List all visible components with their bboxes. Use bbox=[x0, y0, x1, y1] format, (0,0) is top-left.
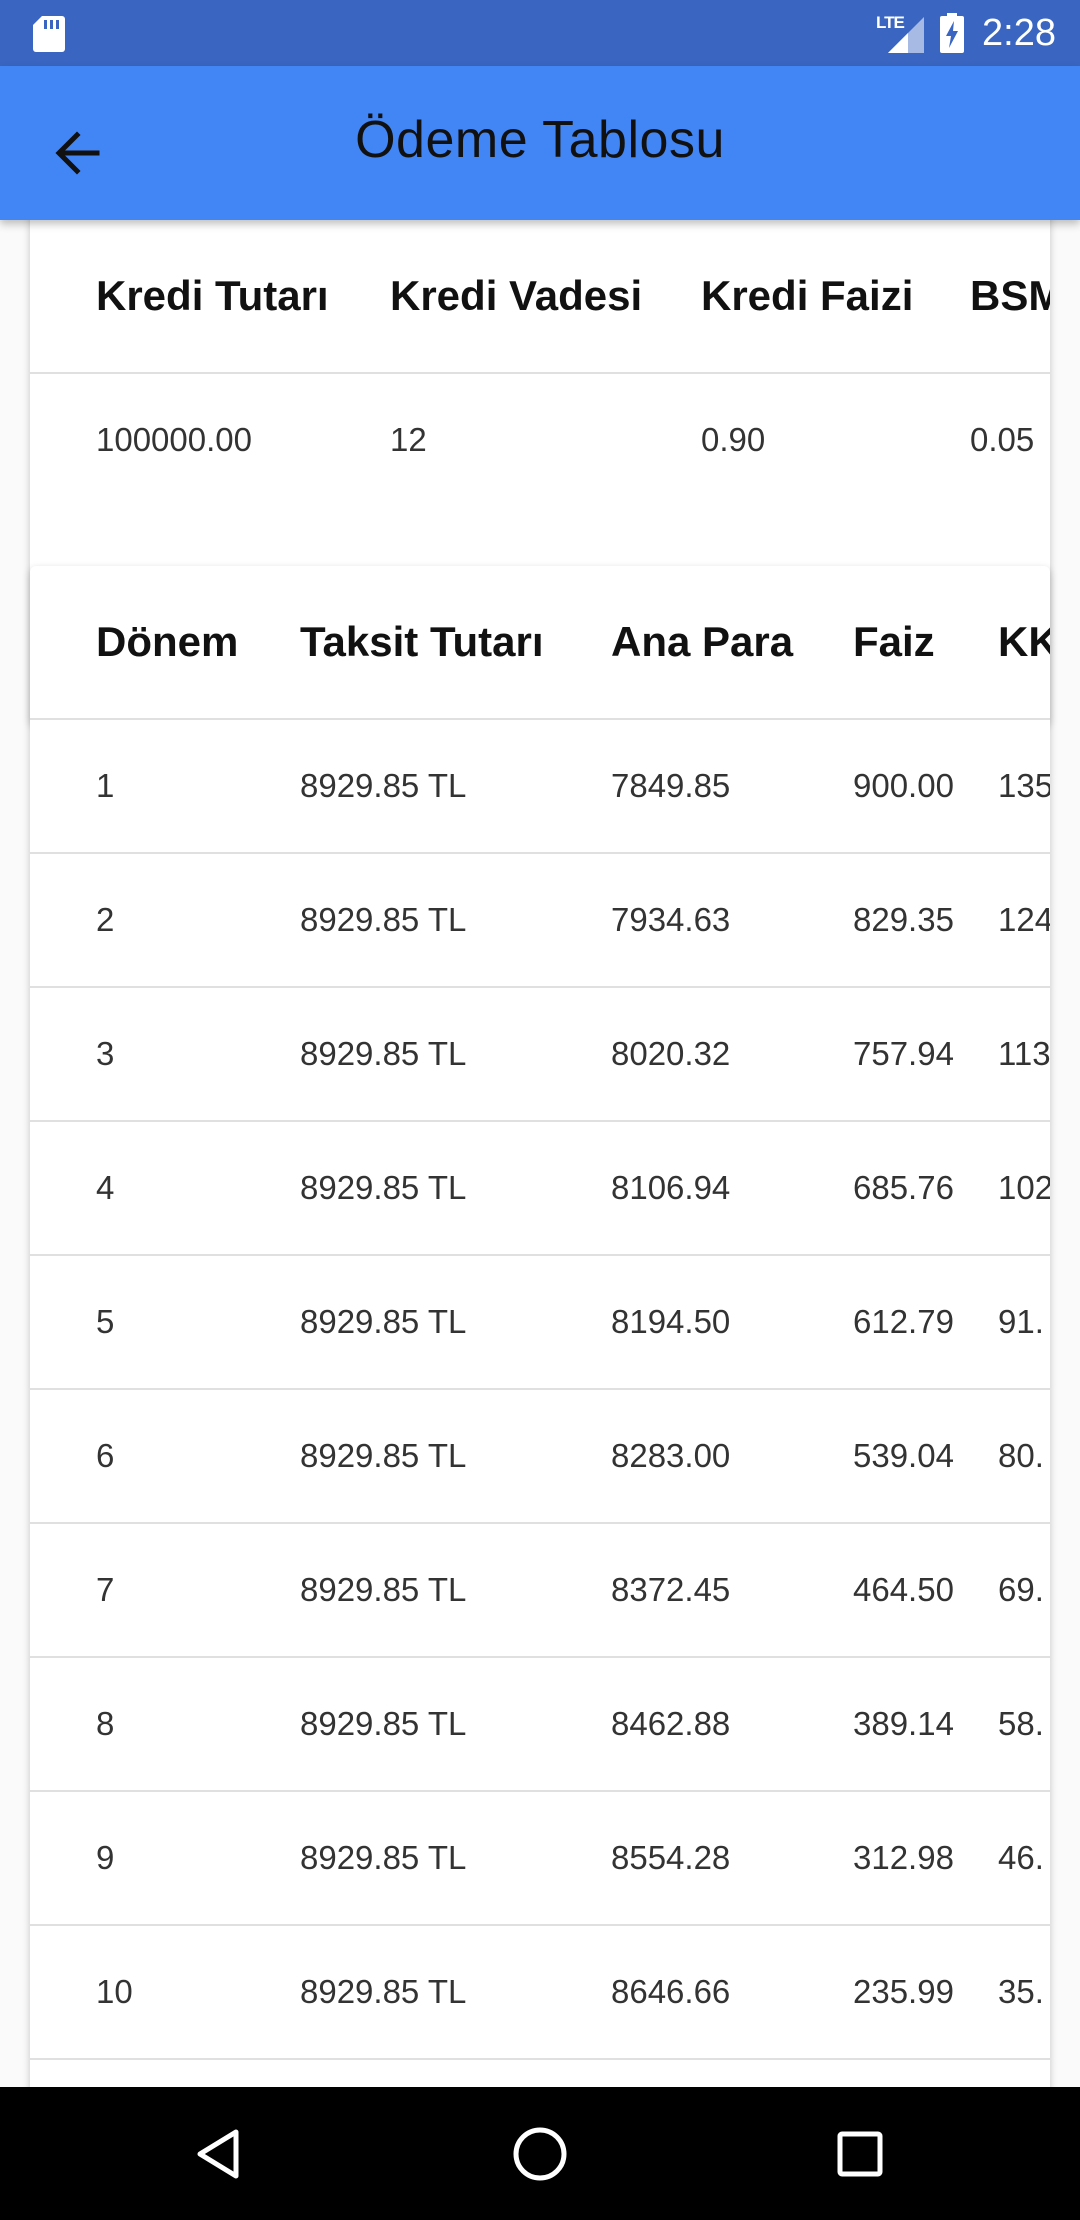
content-scroll[interactable]: Kredi Tutarı Kredi Vadesi Kredi Faizi BS… bbox=[0, 220, 1080, 2087]
summary-header-row: Kredi Tutarı Kredi Vadesi Kredi Faizi BS… bbox=[30, 220, 1050, 374]
period-cell: 8 bbox=[96, 1705, 115, 1742]
interest-cell: 829.35 bbox=[853, 901, 954, 938]
installment-cell: 8929.85 TL bbox=[300, 1839, 467, 1876]
battery-charging-icon bbox=[940, 13, 965, 53]
installment-cell: 8929.85 TL bbox=[300, 1705, 467, 1742]
table-row-partial bbox=[30, 2060, 1050, 2087]
page-title: Ödeme Tablosu bbox=[355, 111, 725, 169]
interest-cell: 612.79 bbox=[853, 1303, 954, 1340]
kkdf-cell: 91. bbox=[998, 1303, 1044, 1340]
summary-value-row: 100000.00 12 0.90 0.05 bbox=[30, 374, 1050, 506]
column-header-kkdf: KK bbox=[998, 618, 1050, 665]
period-cell: 3 bbox=[96, 1035, 115, 1072]
kkdf-cell: 113 bbox=[998, 1035, 1050, 1072]
kkdf-cell: 46. bbox=[998, 1839, 1044, 1876]
column-header-loan-interest: Kredi Faizi bbox=[701, 272, 914, 319]
installment-cell: 8929.85 TL bbox=[300, 1571, 467, 1608]
schedule-header-row: Dönem Taksit Tutarı Ana Para Faiz KK bbox=[30, 566, 1050, 720]
interest-cell: 539.04 bbox=[853, 1437, 954, 1474]
installment-cell: 8929.85 TL bbox=[300, 1035, 467, 1072]
loan-interest-value: 0.90 bbox=[701, 421, 766, 458]
column-header-interest: Faiz bbox=[853, 618, 935, 665]
principal-cell: 8554.28 bbox=[611, 1839, 731, 1876]
nav-back-button[interactable] bbox=[181, 2115, 259, 2193]
payment-schedule-card: Dönem Taksit Tutarı Ana Para Faiz KK 1 89… bbox=[30, 566, 1050, 2087]
column-header-principal: Ana Para bbox=[611, 618, 794, 665]
home-circle-icon bbox=[513, 2127, 567, 2181]
principal-cell: 8646.66 bbox=[611, 1973, 731, 2010]
column-header-bsmv: BSM bbox=[970, 272, 1050, 319]
installment-cell: 8929.85 TL bbox=[300, 901, 467, 938]
kkdf-cell: 69. bbox=[998, 1571, 1044, 1608]
interest-cell: 464.50 bbox=[853, 1571, 954, 1608]
kkdf-cell: 135 bbox=[998, 767, 1050, 804]
principal-cell: 7934.63 bbox=[611, 901, 731, 938]
kkdf-cell: 58. bbox=[998, 1705, 1044, 1742]
network-type: LTE bbox=[876, 13, 905, 32]
column-header-loan-term: Kredi Vadesi bbox=[390, 272, 643, 319]
period-cell: 4 bbox=[96, 1169, 115, 1206]
interest-cell: 312.98 bbox=[853, 1839, 954, 1876]
app-bar: Ödeme Tablosu bbox=[0, 66, 1080, 220]
period-cell: 1 bbox=[96, 767, 115, 804]
period-cell: 6 bbox=[96, 1437, 115, 1474]
principal-cell: 8194.50 bbox=[611, 1303, 731, 1340]
kkdf-cell: 102 bbox=[998, 1169, 1050, 1206]
nav-home-button[interactable] bbox=[501, 2115, 579, 2193]
principal-cell: 8020.32 bbox=[611, 1035, 731, 1072]
sd-card-icon bbox=[33, 16, 65, 52]
interest-cell: 389.14 bbox=[853, 1705, 954, 1742]
interest-cell: 685.76 bbox=[853, 1169, 954, 1206]
installment-cell: 8929.85 TL bbox=[300, 1169, 467, 1206]
column-header-period: Dönem bbox=[96, 618, 239, 665]
table-row: 1 8929.85 TL 7849.85 900.00 135 bbox=[30, 720, 1050, 854]
signal-icon: LTE bbox=[876, 11, 926, 55]
installment-cell: 8929.85 TL bbox=[300, 1303, 467, 1340]
principal-cell: 8106.94 bbox=[611, 1169, 731, 1206]
nav-recents-button[interactable] bbox=[821, 2115, 899, 2193]
column-header-installment: Taksit Tutarı bbox=[300, 618, 544, 665]
table-row: 8 8929.85 TL 8462.88 389.14 58. bbox=[30, 1658, 1050, 1792]
schedule-rows: 1 8929.85 TL 7849.85 900.00 135 2 8929.85 TL 79… bbox=[30, 720, 1050, 2060]
installment-cell: 8929.85 TL bbox=[300, 1973, 467, 2010]
kkdf-cell: 80. bbox=[998, 1437, 1044, 1474]
loan-term-value: 12 bbox=[390, 421, 427, 458]
period-cell: 10 bbox=[96, 1973, 133, 2010]
bsmv-value: 0.05 bbox=[970, 421, 1035, 458]
interest-cell: 757.94 bbox=[853, 1035, 954, 1072]
recents-square-icon bbox=[837, 2131, 883, 2177]
table-row: 9 8929.85 TL 8554.28 312.98 46. bbox=[30, 1792, 1050, 1926]
table-row: 4 8929.85 TL 8106.94 685.76 102 bbox=[30, 1122, 1050, 1256]
principal-cell: 7849.85 bbox=[611, 767, 731, 804]
status-bar: LTE 2:28 bbox=[0, 0, 1080, 66]
table-row: 5 8929.85 TL 8194.50 612.79 91. bbox=[30, 1256, 1050, 1390]
installment-cell: 8929.85 TL bbox=[300, 767, 467, 804]
kkdf-cell: 124 bbox=[998, 901, 1050, 938]
navigation-bar bbox=[0, 2087, 1080, 2220]
back-triangle-icon bbox=[197, 2129, 239, 2179]
period-cell: 9 bbox=[96, 1839, 115, 1876]
interest-cell: 900.00 bbox=[853, 767, 954, 804]
period-cell: 2 bbox=[96, 901, 115, 938]
table-row: 6 8929.85 TL 8283.00 539.04 80. bbox=[30, 1390, 1050, 1524]
installment-cell: 8929.85 TL bbox=[300, 1437, 467, 1474]
table-row: 7 8929.85 TL 8372.45 464.50 69. bbox=[30, 1524, 1050, 1658]
interest-cell: 235.99 bbox=[853, 1973, 954, 2010]
column-header-loan-amount: Kredi Tutarı bbox=[96, 272, 329, 319]
principal-cell: 8462.88 bbox=[611, 1705, 731, 1742]
table-row: 10 8929.85 TL 8646.66 235.99 35. bbox=[30, 1926, 1050, 2060]
clock: 2:28 bbox=[982, 11, 1056, 54]
table-row: 2 8929.85 TL 7934.63 829.35 124 bbox=[30, 854, 1050, 988]
principal-cell: 8283.00 bbox=[611, 1437, 731, 1474]
period-cell: 7 bbox=[96, 1571, 115, 1608]
period-cell: 5 bbox=[96, 1303, 115, 1340]
loan-amount-value: 100000.00 bbox=[96, 421, 252, 458]
principal-cell: 8372.45 bbox=[611, 1571, 731, 1608]
kkdf-cell: 35. bbox=[998, 1973, 1044, 2010]
table-row: 3 8929.85 TL 8020.32 757.94 113 bbox=[30, 988, 1050, 1122]
